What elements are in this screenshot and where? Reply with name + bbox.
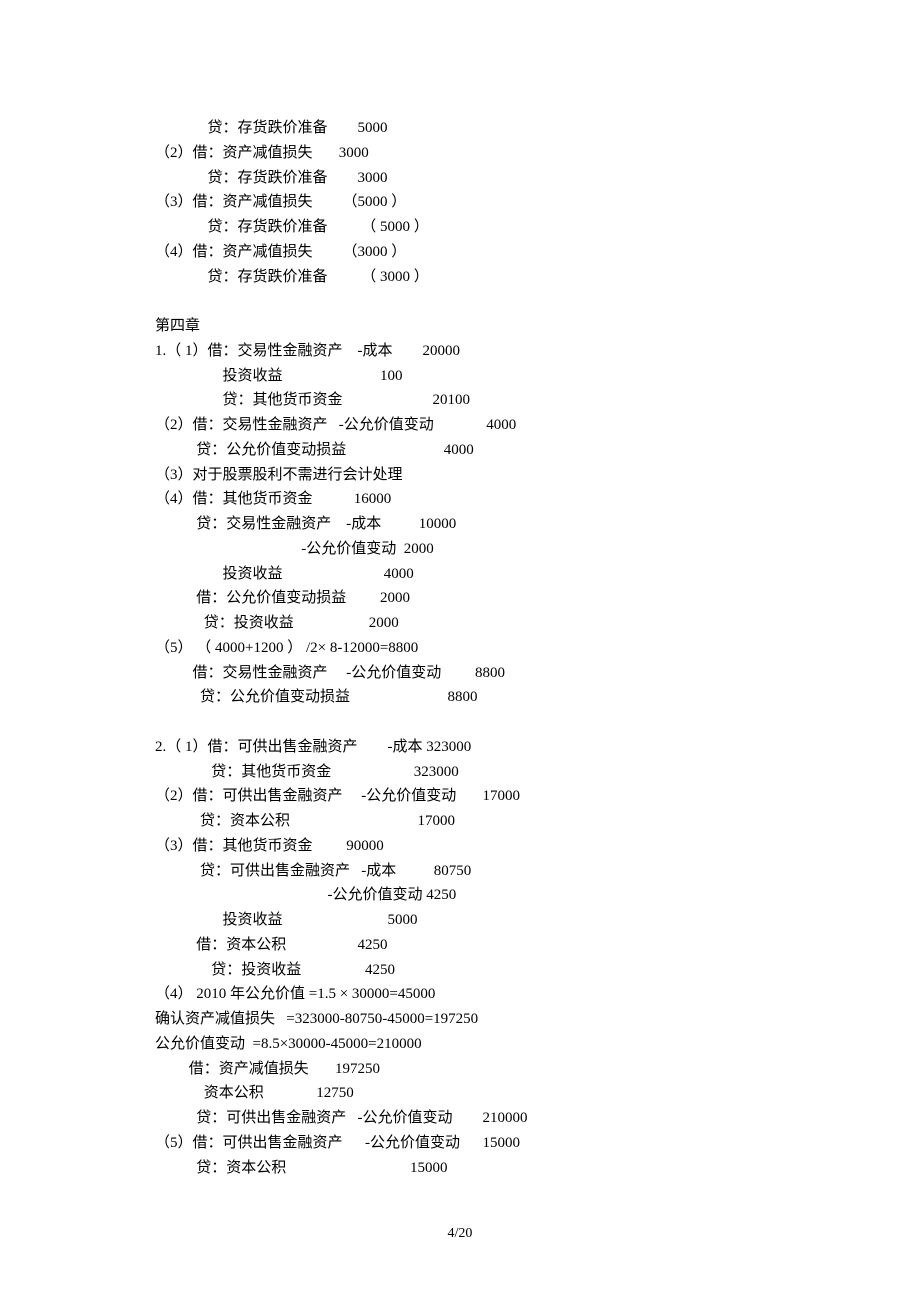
document-content: 贷：存货跌价准备 5000 （2）借：资产减值损失 3000 贷：存货跌价准备 …	[155, 116, 765, 1180]
page-number: 4/20	[0, 1222, 920, 1245]
